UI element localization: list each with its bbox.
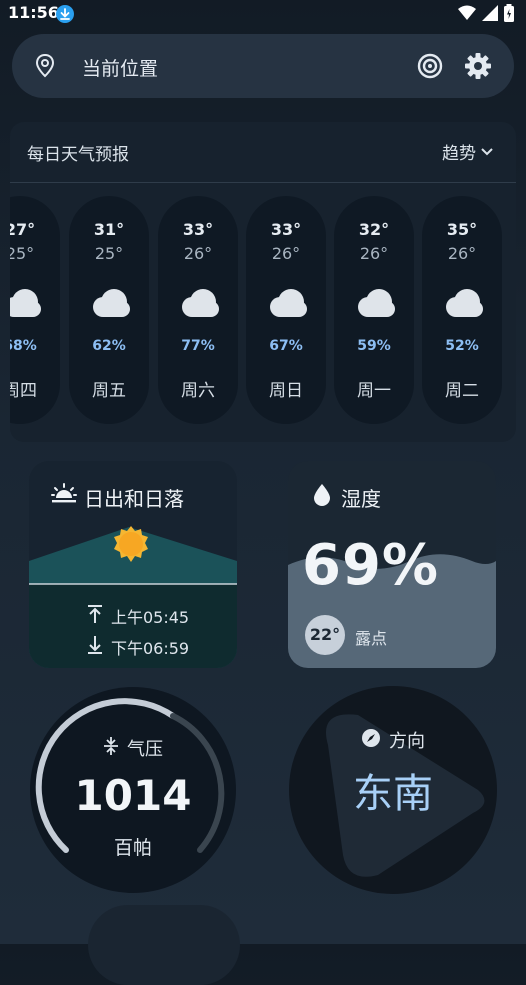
low-temp: 25° [10,244,35,263]
location-text[interactable]: 当前位置 [82,54,158,81]
location-bar[interactable]: 当前位置 [12,34,514,98]
precip-chance: 59% [357,338,391,354]
cloud-icon [442,288,484,322]
arrow-up-icon [87,604,103,628]
wind-direction-value: 东南 [353,771,433,817]
location-pin-icon [34,53,56,83]
daily-forecast-card: 每日天气预报 趋势 27° 25° 68% 周四 31° 25° 62% 周五 … [10,122,516,442]
wind-card[interactable]: 方向 东南 [288,685,498,895]
sunset-row: 下午06:59 [87,635,189,659]
weekday-label: 周一 [357,381,391,401]
low-temp: 26° [271,244,301,263]
weekday-label: 周四 [10,381,37,401]
pressure-icon [103,736,119,761]
battery-icon [504,4,514,26]
my-location-icon[interactable] [417,53,443,83]
high-temp: 31° [93,220,125,239]
wind-label: 方向 [389,731,425,752]
sunset-time: 下午06:59 [111,639,190,658]
pressure-card[interactable]: 气压 1014 百帕 [28,685,238,895]
cloud-icon [178,288,220,322]
cloud-icon [266,288,308,322]
forecast-day-pill[interactable]: 35° 26° 52% 周二 [422,196,502,424]
wifi-icon [458,5,476,25]
precip-chance: 68% [10,338,37,354]
humidity-card[interactable]: 湿度 69% 22° 露点 [288,461,496,668]
low-temp: 26° [183,244,213,263]
high-temp: 32° [358,220,390,239]
low-temp: 26° [447,244,477,263]
weekday-label: 周五 [92,381,126,401]
status-bar: 11:56 [0,0,526,28]
precip-chance: 77% [181,338,215,354]
forecast-day-pill[interactable]: 27° 25° 68% 周四 [10,196,60,424]
cloud-icon [354,288,396,322]
weekday-label: 周六 [181,381,215,401]
forecast-day-pill[interactable]: 33° 26° 67% 周日 [246,196,326,424]
humidity-title: 湿度 [341,487,381,511]
forecast-day-pill[interactable]: 33° 26° 77% 周六 [158,196,238,424]
download-icon [56,5,74,23]
sunrise-icon [51,483,77,509]
wind-label-row: 方向 [288,727,498,753]
gear-icon[interactable] [464,52,492,84]
water-drop-icon [312,483,332,511]
high-temp: 33° [182,220,214,239]
humidity-value: 69% [302,533,440,598]
pressure-unit: 百帕 [113,837,152,859]
next-card-partial[interactable] [88,905,240,985]
low-temp: 26° [359,244,389,263]
dew-point-value: 22° [305,615,345,655]
divider [10,182,516,183]
daily-forecast-title: 每日天气预报 [27,145,129,165]
cloud-icon [89,288,131,322]
sunrise-sunset-card[interactable]: 日出和日落 上午05:45 下午06:59 [29,461,237,668]
pressure-value: 1014 [74,771,192,820]
low-temp: 25° [94,244,124,263]
compass-icon [361,728,381,753]
trend-label: 趋势 [442,144,476,164]
chevron-down-icon [480,142,494,162]
pressure-label: 气压 [127,739,163,760]
high-temp: 27° [10,220,36,239]
pressure-label-row: 气压 [28,735,238,761]
weekday-label: 周二 [445,381,479,401]
sun-icon [113,526,149,566]
high-temp: 33° [270,220,302,239]
signal-icon [482,5,498,25]
sunrise-time: 上午05:45 [111,608,190,627]
precip-chance: 62% [92,338,126,354]
forecast-day-pill[interactable]: 32° 26° 59% 周一 [334,196,414,424]
forecast-day-pill[interactable]: 31° 25° 62% 周五 [69,196,149,424]
sunrise-sunset-title: 日出和日落 [84,487,184,511]
high-temp: 35° [446,220,478,239]
arrow-down-icon [87,635,103,659]
trend-button[interactable]: 趋势 [442,139,494,164]
cloud-icon [10,288,42,322]
weekday-label: 周日 [269,381,303,401]
status-time: 11:56 [8,3,59,22]
sunrise-row: 上午05:45 [87,604,189,628]
precip-chance: 52% [445,338,479,354]
precip-chance: 67% [269,338,303,354]
dew-point-label: 露点 [355,629,388,648]
